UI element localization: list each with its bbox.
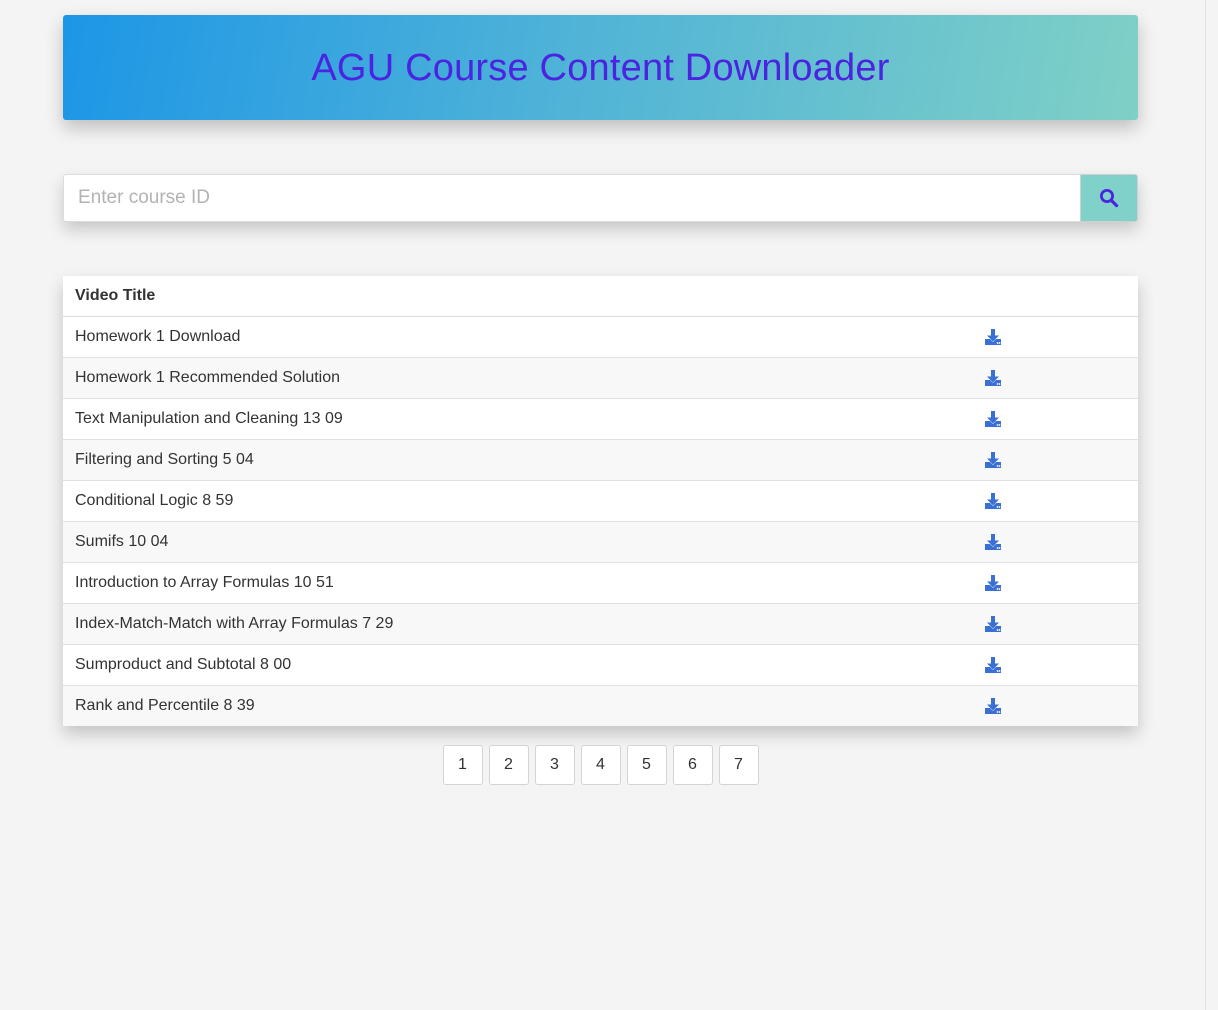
download-icon[interactable] xyxy=(984,369,1002,387)
video-table: Video Title Homework 1 Download Homework… xyxy=(63,276,1138,726)
download-icon[interactable] xyxy=(984,697,1002,715)
video-title: Filtering and Sorting 5 04 xyxy=(63,439,984,481)
page-button-6[interactable]: 6 xyxy=(672,745,713,785)
video-title: Text Manipulation and Cleaning 13 09 xyxy=(63,398,984,440)
video-title: Conditional Logic 8 59 xyxy=(63,480,984,522)
video-table-card: Video Title Homework 1 Download Homework… xyxy=(63,276,1138,726)
video-title: Homework 1 Recommended Solution xyxy=(63,357,984,399)
search-bar xyxy=(63,174,1138,222)
table-row: Text Manipulation and Cleaning 13 09 xyxy=(63,398,1138,440)
table-row: Conditional Logic 8 59 xyxy=(63,480,1138,522)
download-icon[interactable] xyxy=(984,656,1002,674)
download-icon[interactable] xyxy=(984,328,1002,346)
table-row: Sumproduct and Subtotal 8 00 xyxy=(63,644,1138,686)
search-icon xyxy=(1099,188,1119,208)
main-container: AGU Course Content Downloader Video Titl… xyxy=(63,15,1138,785)
table-row: Filtering and Sorting 5 04 xyxy=(63,439,1138,481)
page-button-5[interactable]: 5 xyxy=(626,745,667,785)
table-header-row: Video Title xyxy=(63,276,1138,317)
download-cell xyxy=(984,685,1138,726)
download-icon[interactable] xyxy=(984,492,1002,510)
table-row: Rank and Percentile 8 39 xyxy=(63,685,1138,726)
download-icon[interactable] xyxy=(984,410,1002,428)
page-button-2[interactable]: 2 xyxy=(488,745,529,785)
download-icon[interactable] xyxy=(984,615,1002,633)
column-header-video-title: Video Title xyxy=(63,276,984,317)
download-cell xyxy=(984,316,1138,358)
download-icon[interactable] xyxy=(984,574,1002,592)
column-header-download xyxy=(984,276,1138,317)
table-row: Sumifs 10 04 xyxy=(63,521,1138,563)
video-title: Index-Match-Match with Array Formulas 7 … xyxy=(63,603,984,645)
download-cell xyxy=(984,398,1138,440)
download-icon[interactable] xyxy=(984,533,1002,551)
search-button[interactable] xyxy=(1080,174,1138,222)
download-cell xyxy=(984,603,1138,645)
page-button-1[interactable]: 1 xyxy=(442,745,483,785)
table-row: Index-Match-Match with Array Formulas 7 … xyxy=(63,603,1138,645)
page-button-7[interactable]: 7 xyxy=(718,745,759,785)
page-button-3[interactable]: 3 xyxy=(534,745,575,785)
pagination: 1234567 xyxy=(63,745,1138,785)
download-cell xyxy=(984,644,1138,686)
table-body: Homework 1 Download Homework 1 Recommend… xyxy=(63,316,1138,726)
course-id-input[interactable] xyxy=(63,174,1080,222)
download-cell xyxy=(984,357,1138,399)
page-right-border xyxy=(1205,0,1206,1010)
table-row: Homework 1 Download xyxy=(63,316,1138,358)
page-button-4[interactable]: 4 xyxy=(580,745,621,785)
page-title: AGU Course Content Downloader xyxy=(311,47,890,89)
download-cell xyxy=(984,521,1138,563)
table-row: Homework 1 Recommended Solution xyxy=(63,357,1138,399)
download-icon[interactable] xyxy=(984,451,1002,469)
table-row: Introduction to Array Formulas 10 51 xyxy=(63,562,1138,604)
download-cell xyxy=(984,439,1138,481)
header-banner: AGU Course Content Downloader xyxy=(63,15,1138,120)
download-cell xyxy=(984,480,1138,522)
video-title: Rank and Percentile 8 39 xyxy=(63,685,984,726)
video-title: Sumifs 10 04 xyxy=(63,521,984,563)
video-title: Sumproduct and Subtotal 8 00 xyxy=(63,644,984,686)
video-title: Introduction to Array Formulas 10 51 xyxy=(63,562,984,604)
download-cell xyxy=(984,562,1138,604)
video-title: Homework 1 Download xyxy=(63,316,984,358)
